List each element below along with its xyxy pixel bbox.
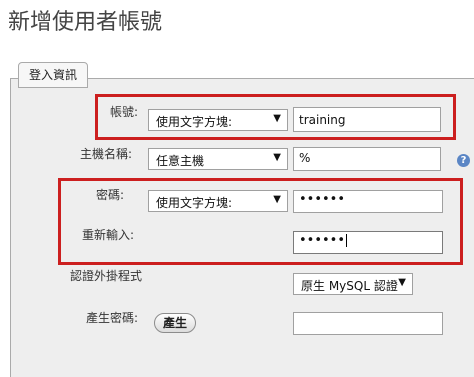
hostname-mode-select[interactable]: 任意主機 ▼ <box>148 148 288 170</box>
help-icon[interactable]: ? <box>457 154 470 167</box>
chevron-down-icon: ▼ <box>273 152 281 163</box>
password-highlight-box <box>58 178 463 265</box>
page-title: 新增使用者帳號 <box>8 10 163 35</box>
hostname-mode-value: 任意主機 <box>156 154 205 168</box>
username-highlight-box <box>95 94 456 140</box>
generate-password-label: 產生密碼: <box>86 311 139 325</box>
auth-plugin-select[interactable]: 原生 MySQL 認證 ▼ <box>293 273 413 295</box>
generate-password-button[interactable]: 產生 <box>154 313 196 333</box>
login-info-legend: 登入資訊 <box>18 62 89 88</box>
auth-plugin-value: 原生 MySQL 認證 <box>301 279 398 293</box>
hostname-value: % <box>299 151 311 165</box>
chevron-down-icon: ▼ <box>398 277 406 288</box>
auth-plugin-label: 認證外掛程式 <box>70 269 143 283</box>
generated-password-input[interactable] <box>293 312 443 335</box>
hostname-input[interactable]: % <box>293 147 441 171</box>
hostname-label: 主機名稱: <box>80 147 133 161</box>
